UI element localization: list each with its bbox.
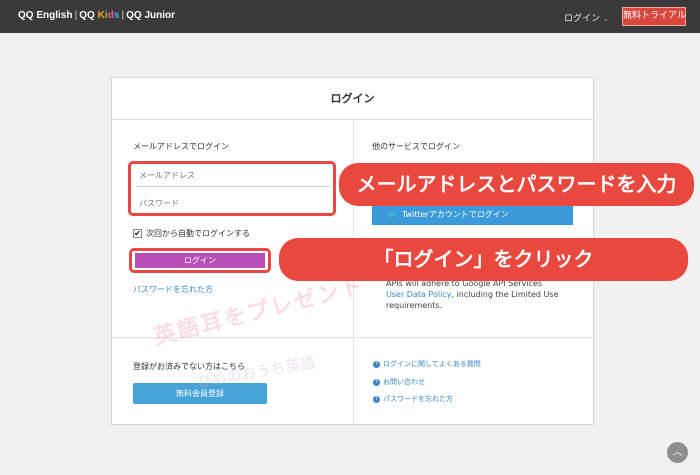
brand-qq-junior: QQ Junior: [126, 10, 176, 21]
google-policy-text: APIs will adhere to Google API Services …: [386, 278, 586, 311]
email-login-section-label: メールアドレスでログイン: [133, 142, 229, 151]
faq-login-link[interactable]: ? ログインに関してよくある質問: [373, 359, 481, 369]
twitter-login-button[interactable]: 🐦 Twitterアカウントでログイン: [372, 205, 573, 225]
auto-login-checkbox[interactable]: ✔: [133, 228, 142, 238]
chevron-down-icon: ⌄: [603, 15, 609, 23]
brand-logo[interactable]: QQ English | QQ Kids | QQ Junior: [18, 10, 175, 21]
contact-label: お問い合わせ: [383, 378, 425, 386]
nav-login-menu[interactable]: ログイン ⌄: [564, 11, 609, 24]
brand-kids-s: s: [113, 10, 120, 21]
auto-login-label: 次回から自動でログインする: [146, 228, 250, 238]
nav-login-label: ログイン: [564, 14, 601, 24]
page-title: ログイン: [112, 78, 593, 120]
question-icon: ?: [373, 395, 380, 403]
brand-qq-english: QQ English: [18, 10, 73, 21]
forgot-password-help-label: パスワードを忘れた方: [383, 395, 453, 403]
highlight-credentials-box: [128, 161, 336, 216]
twitter-login-label: Twitterアカウントでログイン: [401, 210, 509, 219]
annotation-step2-banner: 「ログイン」をクリック: [279, 238, 688, 281]
twitter-bird-icon: 🐦: [387, 210, 397, 219]
brand-kids-k: K: [97, 10, 105, 21]
forgot-password-link[interactable]: パスワードを忘れた方: [133, 284, 213, 295]
top-nav-bar: QQ English | QQ Kids | QQ Junior ログイン ⌄ 無料トライ…: [0, 0, 700, 33]
faq-login-label: ログインに関してよくある質問: [383, 360, 481, 368]
other-services-label: 他のサービスでログイン: [372, 142, 460, 151]
forgot-password-help-link[interactable]: ? パスワードを忘れた方: [373, 394, 453, 404]
highlight-login-button-box: [129, 248, 271, 273]
auto-login-row[interactable]: ✔ 次回から自動でログインする: [133, 227, 250, 239]
scroll-top-button[interactable]: ︿: [667, 442, 688, 463]
user-data-policy-link[interactable]: User Data Policy: [386, 290, 451, 299]
brand-separator: |: [74, 10, 78, 21]
brand-qq-kids-qq: QQ: [79, 10, 95, 21]
question-icon: ?: [373, 360, 380, 368]
annotation-step1-banner: メールアドレスとパスワードを入力: [339, 163, 694, 206]
contact-link[interactable]: ? お問い合わせ: [373, 377, 425, 387]
free-trial-button[interactable]: 無料トライアル: [622, 7, 686, 26]
brand-separator-2: |: [121, 10, 125, 21]
question-icon: ?: [373, 378, 380, 386]
